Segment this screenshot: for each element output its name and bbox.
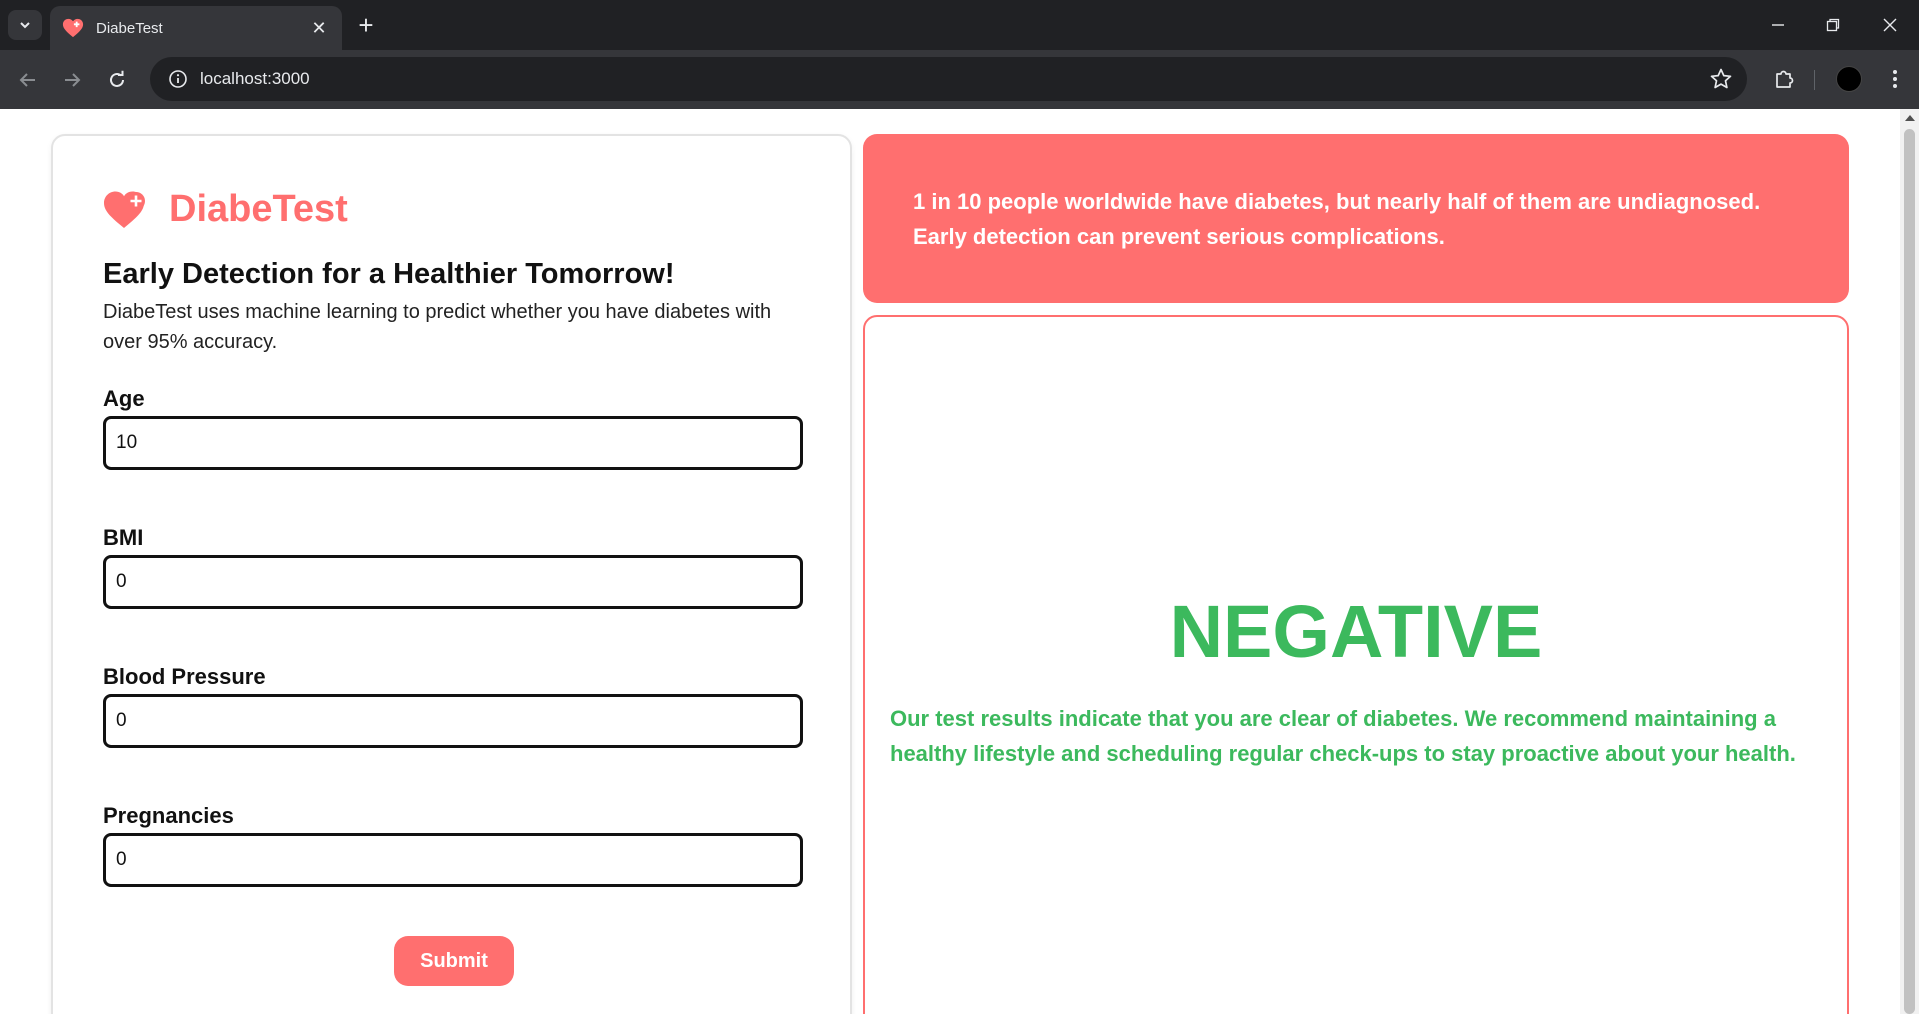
url-text: localhost:3000 xyxy=(200,69,310,88)
page-scrollbar[interactable] xyxy=(1900,109,1919,1014)
scroll-thumb[interactable] xyxy=(1904,129,1915,1014)
statistic-banner: 1 in 10 people worldwide have diabetes, … xyxy=(863,134,1849,303)
chevron-down-icon xyxy=(20,22,30,29)
bmi-input[interactable] xyxy=(103,555,803,609)
tab-title: DiabeTest xyxy=(96,19,163,37)
reload-button[interactable] xyxy=(101,64,133,96)
browser-tab-bar: DiabeTest ✕ + xyxy=(0,0,1919,50)
more-vertical-icon xyxy=(1893,70,1897,88)
page-headline: Early Detection for a Healthier Tomorrow… xyxy=(103,258,675,290)
result-message: Our test results indicate that you are c… xyxy=(890,706,1796,766)
bmi-label: BMI xyxy=(103,525,144,550)
arrow-right-icon xyxy=(65,73,81,87)
scroll-up-arrow-icon[interactable] xyxy=(1905,115,1915,121)
heart-plus-icon xyxy=(104,191,145,228)
minimize-icon xyxy=(1772,24,1784,26)
forward-button[interactable] xyxy=(56,64,88,96)
page-viewport: DiabeTest Early Detection for a Healthie… xyxy=(0,109,1900,1014)
extensions-button[interactable] xyxy=(1768,63,1800,95)
reload-icon xyxy=(110,70,124,87)
submit-button[interactable]: Submit xyxy=(394,936,514,986)
browser-tab[interactable]: DiabeTest ✕ xyxy=(50,6,342,50)
site-info-button[interactable] xyxy=(156,57,200,101)
heart-plus-icon xyxy=(62,18,84,38)
age-label: Age xyxy=(103,386,145,411)
brand-name: DiabeTest xyxy=(169,188,348,230)
toolbar-divider xyxy=(1814,70,1815,90)
close-icon xyxy=(1883,18,1897,32)
browser-toolbar: localhost:3000 xyxy=(0,50,1919,109)
tab-close-icon[interactable]: ✕ xyxy=(308,18,330,39)
profile-avatar[interactable] xyxy=(1836,66,1862,92)
page-description: DiabeTest uses machine learning to predi… xyxy=(103,301,772,353)
arrow-left-icon xyxy=(19,73,35,87)
banner-text: 1 in 10 people worldwide have diabetes, … xyxy=(913,189,1761,249)
close-window-button[interactable] xyxy=(1876,12,1904,38)
new-tab-button[interactable]: + xyxy=(352,12,380,40)
tab-search-button[interactable] xyxy=(8,10,42,40)
address-bar[interactable]: localhost:3000 xyxy=(150,57,1747,101)
pregnancies-label: Pregnancies xyxy=(103,803,234,828)
pregnancies-input[interactable] xyxy=(103,833,803,887)
prediction-form-card: DiabeTest Early Detection for a Healthie… xyxy=(51,134,852,1014)
restore-button[interactable] xyxy=(1819,12,1847,38)
restore-icon xyxy=(1826,18,1840,32)
result-status: NEGATIVE xyxy=(1169,590,1543,673)
info-icon xyxy=(169,70,187,88)
age-input[interactable] xyxy=(103,416,803,470)
blood-pressure-label: Blood Pressure xyxy=(103,664,266,689)
browser-menu-button[interactable] xyxy=(1880,64,1910,94)
back-button[interactable] xyxy=(12,64,44,96)
result-card: NEGATIVE Our test results indicate that … xyxy=(863,315,1849,1014)
brand-logo: DiabeTest xyxy=(103,188,348,231)
blood-pressure-input[interactable] xyxy=(103,694,803,748)
puzzle-icon xyxy=(1776,70,1794,88)
bookmark-star-icon[interactable] xyxy=(1709,67,1733,91)
minimize-button[interactable] xyxy=(1764,12,1792,38)
